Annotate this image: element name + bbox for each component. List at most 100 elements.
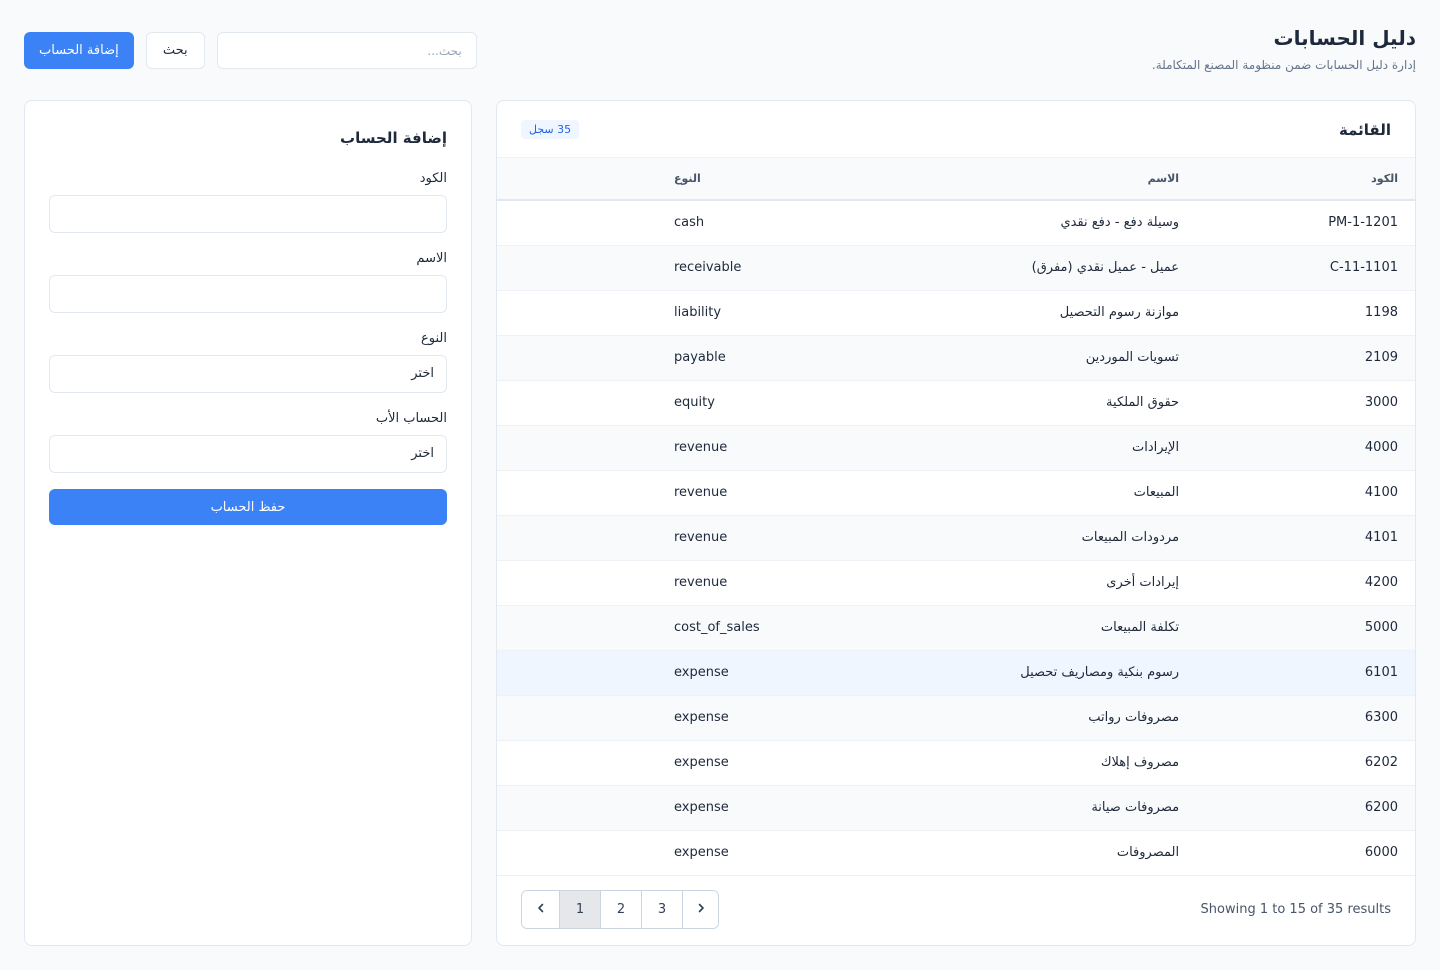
cell-name: مصروفات صيانة [1091,800,1180,815]
cell-name: حقوق الملكية [1106,395,1180,410]
cell-type: expense [674,755,729,770]
previous-page-button[interactable] [522,891,559,928]
table-row[interactable]: 6200 مصروفات صيانة expense [497,785,1415,830]
table-row[interactable]: 6300 مصروفات رواتب expense [497,695,1415,740]
type-select[interactable]: اختر [49,355,447,393]
cell-code: C-11-1101 [1329,260,1398,275]
table-row[interactable]: 3000 حقوق الملكية equity [497,380,1415,425]
cell-name: تسويات الموردين [1085,350,1180,365]
cell-code: PM-1-1201 [1328,215,1398,231]
cell-type: cash [674,215,705,231]
table-row[interactable]: 6202 مصروف إهلاك expense [497,740,1415,785]
cell-code: 1198 [1364,305,1398,320]
page-header: دليل الحسابات إدارة دليل الحسابات ضمن من… [24,22,1416,78]
chevron-left-icon [536,902,546,917]
page-button-3[interactable]: 3 [641,891,682,928]
parent-field-group: الحساب الأب اختر [49,411,447,473]
cell-code: 6200 [1364,800,1398,815]
save-account-button[interactable]: حفظ الحساب [49,489,447,525]
cell-name: الإيرادات [1131,440,1180,455]
cell-code: 6101 [1364,665,1398,680]
table-row[interactable]: 6101 رسوم بنكية ومصاريف تحصيل expense [497,650,1415,695]
code-field[interactable] [49,195,447,233]
list-header: القائمة 35 سجل [497,101,1415,158]
cell-code: 4100 [1364,485,1398,500]
cell-name: موازنة رسوم التحصيل [1059,305,1180,320]
code-label: الكود [419,171,447,186]
table-row[interactable]: 4000 الإيرادات revenue [497,425,1415,470]
accounts-table: الكود الاسم النوع PM-1-1201 وسيلة دفع - د… [497,158,1415,876]
table-row[interactable]: PM-1-1201 وسيلة دفع - دفع نقدي cash [497,200,1415,245]
type-label: النوع [421,331,447,346]
add-account-form-card: إضافة الحساب الكود الاسم النوع اختر الحس… [24,100,472,946]
table-row[interactable]: 5000 تكلفة المبيعات cost_of_sales [497,605,1415,650]
cell-type: payable [674,350,726,365]
table-row[interactable]: 6000 المصروفات expense [497,830,1415,875]
add-account-button[interactable]: إضافة الحساب [24,32,134,69]
cell-code: 6000 [1364,845,1398,860]
next-page-button[interactable] [682,891,718,928]
cell-type: liability [674,305,722,320]
parent-account-select[interactable]: اختر [49,435,447,473]
cell-code: 6300 [1364,710,1398,725]
pagination: 1 2 3 [521,890,719,929]
cell-code: 5000 [1364,620,1398,635]
table-body: PM-1-1201 وسيلة دفع - دفع نقدي cash C-11-11… [497,200,1415,875]
cell-name: المصروفات [1116,845,1180,860]
column-header-type[interactable]: النوع [497,158,760,200]
results-summary: Showing 1 to 15 of 35 results [1200,902,1391,917]
table-header-row: الكود الاسم النوع [497,158,1415,200]
form-title: إضافة الحساب [340,129,447,147]
cell-type: equity [674,395,715,410]
header-actions: بحث إضافة الحساب [24,32,477,69]
cell-name: مصروفات رواتب [1088,710,1180,725]
name-field[interactable] [49,275,447,313]
cell-name: تكلفة المبيعات [1100,620,1180,635]
page-subtitle: إدارة دليل الحسابات ضمن منظومة المصنع ال… [1151,58,1416,72]
count-badge: 35 سجل [521,120,580,139]
cell-code: 3000 [1364,395,1398,410]
parent-account-label: الحساب الأب [375,411,447,426]
page-title: دليل الحسابات [1273,26,1416,50]
table-row[interactable]: 1198 موازنة رسوم التحصيل liability [497,290,1415,335]
cell-type: expense [674,710,729,725]
column-header-name[interactable]: الاسم [760,158,1179,200]
cell-name: إيرادات أخرى [1106,575,1180,590]
cell-type: revenue [674,440,728,455]
page-button-1[interactable]: 1 [559,891,600,928]
name-label: الاسم [416,251,447,266]
cell-name: المبيعات [1133,485,1180,500]
list-footer: Showing 1 to 15 of 35 results 1 2 3 [497,875,1415,945]
table-row[interactable]: 4200 إيرادات أخرى revenue [497,560,1415,605]
cell-type: cost_of_sales [674,620,760,635]
type-field-group: النوع اختر [49,331,447,393]
cell-code: 4000 [1364,440,1398,455]
code-field-group: الكود [49,171,447,233]
table-row[interactable]: 4101 مردودات المبيعات revenue [497,515,1415,560]
accounts-list-card: القائمة 35 سجل الكود الاسم النوع PM-1-12… [496,100,1416,946]
name-field-group: الاسم [49,251,447,313]
cell-type: expense [674,665,729,680]
list-title: القائمة [1339,121,1391,139]
table-row[interactable]: 4100 المبيعات revenue [497,470,1415,515]
cell-type: revenue [674,530,728,545]
cell-name: رسوم بنكية ومصاريف تحصيل [1020,665,1180,680]
cell-name: عميل - عميل نقدي (مفرق) [1031,260,1180,275]
cell-type: expense [674,845,729,860]
page-button-2[interactable]: 2 [600,891,641,928]
cell-name: مردودات المبيعات [1081,530,1180,545]
cell-type: expense [674,800,729,815]
table-row[interactable]: C-11-1101 عميل - عميل نقدي (مفرق) receivab… [497,245,1415,290]
cell-code: 4200 [1364,575,1398,590]
search-button[interactable]: بحث [145,32,205,69]
cell-name: وسيلة دفع - دفع نقدي [1060,215,1180,231]
cell-type: revenue [674,485,728,500]
cell-type: revenue [674,575,728,590]
search-input[interactable] [216,32,477,69]
cell-code: 6202 [1364,755,1398,770]
cell-code: 4101 [1364,530,1398,545]
table-row[interactable]: 2109 تسويات الموردين payable [497,335,1415,380]
column-header-code[interactable]: الكود [1179,158,1415,200]
chevron-right-icon [696,902,706,917]
cell-type: receivable [674,260,742,275]
